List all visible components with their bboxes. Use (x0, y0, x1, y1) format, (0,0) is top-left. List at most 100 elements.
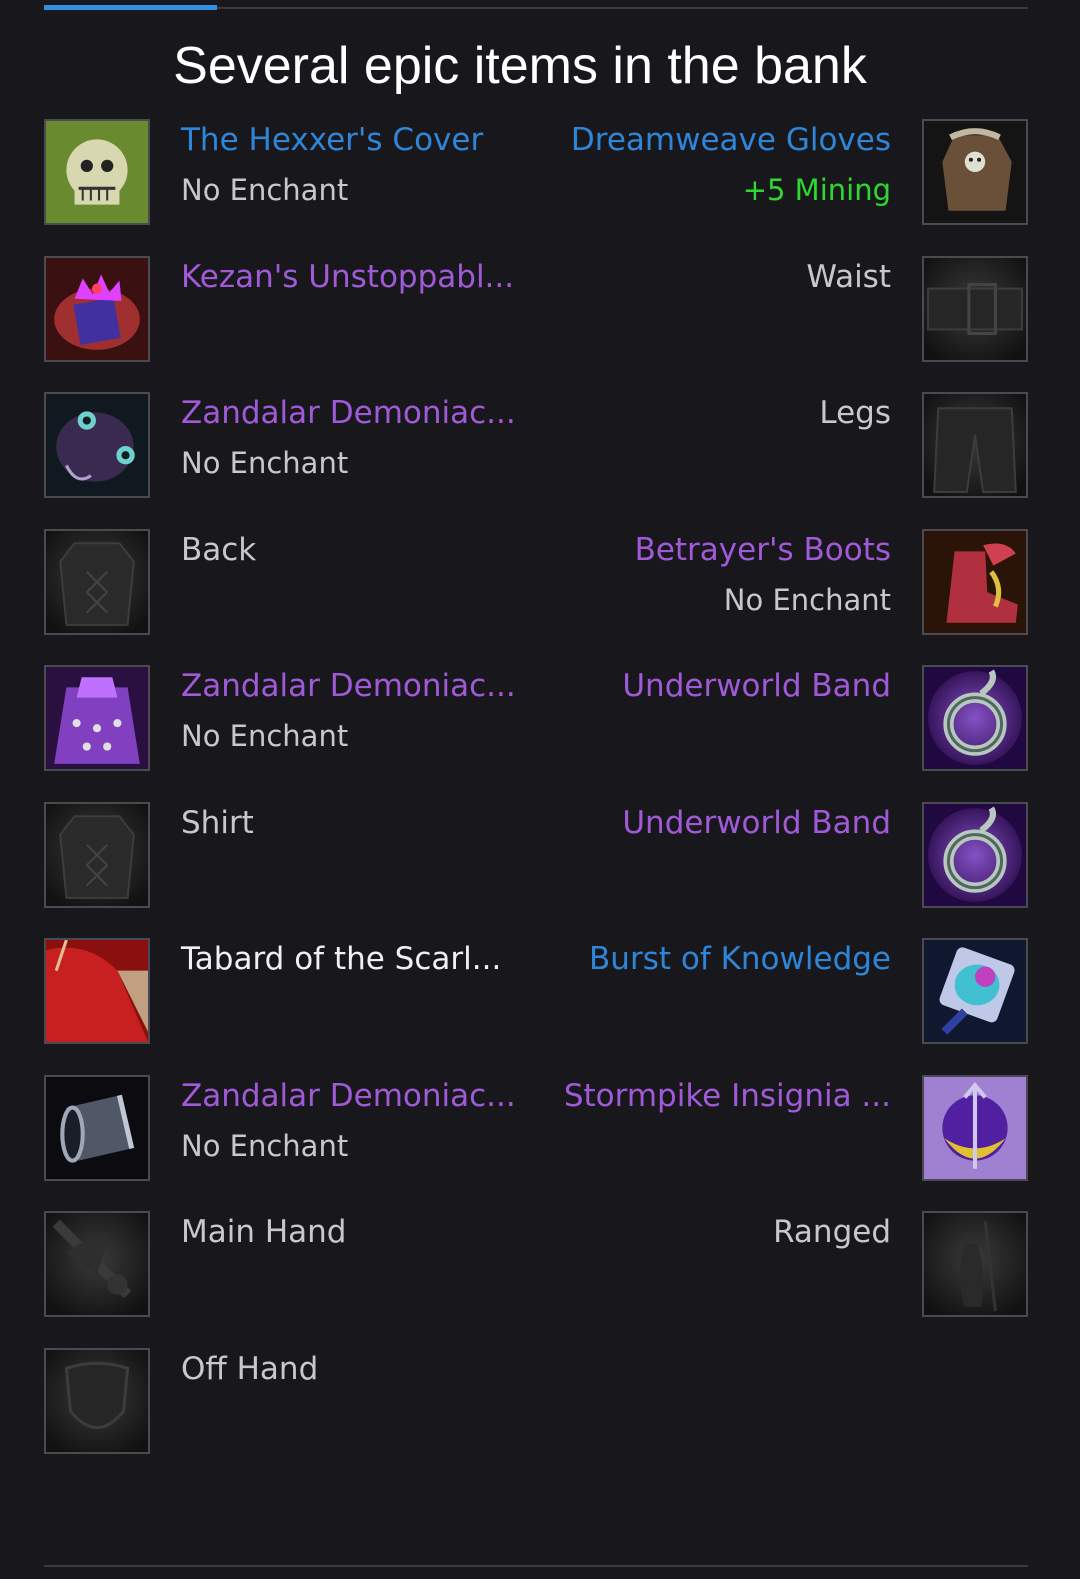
boots-icon (924, 530, 1026, 633)
equipment-slot-right[interactable]: Waist (556, 255, 1028, 366)
item-text: Stormpike Insignia ... (564, 1077, 891, 1115)
item-icon-frame[interactable] (922, 119, 1028, 225)
item-icon-frame[interactable] (922, 392, 1028, 498)
item-name-link[interactable]: Dreamweave Gloves (571, 121, 891, 159)
item-text: Betrayer's Boots No Enchant (635, 531, 891, 618)
empty-slot-label: Ranged (773, 1214, 891, 1250)
enchant-text: No Enchant (181, 719, 349, 753)
tab-underline (44, 5, 1028, 10)
equipment-slot-left[interactable]: Tabard of the Scarl... (44, 938, 524, 1048)
equipment-slot-left[interactable]: Back (44, 528, 524, 639)
equipment-slot-left[interactable]: The Hexxer's Cover No Enchant (44, 119, 524, 229)
item-name-link[interactable]: Kezan's Unstoppabl... (181, 258, 514, 296)
item-icon-frame[interactable] (922, 801, 1028, 908)
item-name-link[interactable]: Zandalar Demoniac... (181, 394, 516, 432)
bottom-divider (44, 1565, 1028, 1567)
equipment-row: Zandalar Demoniac... No Enchant Legs (0, 392, 1080, 502)
active-tab-indicator (44, 5, 217, 10)
equipment-slot-left[interactable]: Shirt (44, 801, 524, 912)
item-icon-frame[interactable] (44, 1211, 150, 1317)
item-text: Kezan's Unstoppabl... (181, 258, 514, 296)
item-text: Burst of Knowledge (589, 940, 891, 978)
item-name-link[interactable]: Underworld Band (622, 667, 891, 705)
equipment-row: Back Betrayer's Boots No Enchant (0, 528, 1080, 639)
item-name-link[interactable]: Zandalar Demoniac... (181, 1077, 516, 1115)
item-name-link[interactable]: Betrayer's Boots (635, 531, 891, 569)
item-text: The Hexxer's Cover No Enchant (181, 121, 483, 208)
item-icon-frame[interactable] (922, 1211, 1028, 1317)
item-text: Zandalar Demoniac... No Enchant (181, 667, 516, 754)
equipment-slot-left[interactable]: Zandalar Demoniac... No Enchant (44, 392, 524, 502)
page-title: Several epic items in the bank (173, 37, 867, 95)
item-text: Legs (819, 394, 891, 432)
empty-back-slot-icon (46, 530, 148, 633)
equipment-slot-right[interactable]: Legs (556, 392, 1028, 502)
equipment-slot-left[interactable]: Zandalar Demoniac... No Enchant (44, 665, 524, 775)
skull-helm-icon (46, 121, 148, 223)
item-text: Main Hand (181, 1213, 347, 1251)
item-icon-frame[interactable] (922, 528, 1028, 635)
item-text: Ranged (773, 1213, 891, 1251)
empty-slot-label: Legs (819, 395, 891, 431)
item-name-link[interactable]: Burst of Knowledge (589, 940, 891, 978)
item-icon-frame[interactable] (44, 1347, 150, 1454)
item-icon-frame[interactable] (44, 392, 150, 498)
equipment-row: The Hexxer's Cover No Enchant Dreamweave G… (0, 119, 1080, 229)
item-icon-frame[interactable] (44, 255, 150, 362)
item-icon-frame[interactable] (922, 665, 1028, 771)
item-name-link[interactable]: Zandalar Demoniac... (181, 667, 516, 705)
empty-waist-slot-icon (924, 257, 1026, 360)
item-text: Zandalar Demoniac... No Enchant (181, 394, 516, 481)
ring-icon (924, 803, 1026, 906)
item-text: Waist (806, 258, 891, 296)
equipment-slot-left[interactable]: Kezan's Unstoppabl... (44, 255, 524, 366)
empty-legs-slot-icon (924, 394, 1026, 496)
equipment-slot-right[interactable]: Ranged (556, 1211, 1028, 1321)
crown-necklace-icon (46, 257, 148, 360)
equipment-slot-left[interactable]: Zandalar Demoniac... No Enchant (44, 1074, 524, 1185)
item-icon-frame[interactable] (922, 1074, 1028, 1181)
insignia-trinket-icon (924, 1076, 1026, 1179)
item-icon-frame[interactable] (44, 665, 150, 771)
empty-slot-label: Back (181, 531, 257, 568)
equipment-slot-right[interactable]: Dreamweave Gloves +5 Mining (556, 119, 1028, 229)
equipment-row: Zandalar Demoniac... No Enchant Stormpike … (0, 1074, 1080, 1185)
equipment-row: Main Hand Ranged (0, 1211, 1080, 1321)
enchant-text: No Enchant (723, 582, 891, 617)
item-name-link[interactable]: Stormpike Insignia ... (564, 1077, 891, 1115)
item-text: Underworld Band (622, 804, 891, 842)
empty-slot-label: Main Hand (181, 1214, 347, 1250)
item-icon-frame[interactable] (44, 119, 150, 225)
bracer-icon (46, 1076, 148, 1179)
equipment-slot-left[interactable]: Off Hand (44, 1347, 524, 1458)
item-name-link[interactable]: The Hexxer's Cover (181, 121, 483, 159)
item-icon-frame[interactable] (44, 528, 150, 635)
item-icon-frame[interactable] (922, 938, 1028, 1044)
item-icon-frame[interactable] (44, 801, 150, 908)
equipment-slot-right[interactable]: Burst of Knowledge (556, 938, 1028, 1048)
enchant-text: +5 Mining (742, 173, 891, 207)
equipment-slot-right[interactable]: Underworld Band (556, 665, 1028, 775)
empty-main-hand-slot-icon (46, 1213, 148, 1315)
equipment-row: Zandalar Demoniac... No Enchant Underworld… (0, 665, 1080, 775)
enchant-text: No Enchant (181, 446, 349, 480)
spider-shoulder-icon (46, 394, 148, 496)
equipment-slot-right[interactable]: Stormpike Insignia ... (556, 1074, 1028, 1185)
equipment-slot-right[interactable]: Underworld Band (556, 801, 1028, 912)
empty-off-hand-slot-icon (46, 1349, 148, 1452)
equipment-row: Tabard of the Scarl... Burst of Knowledge (0, 938, 1080, 1048)
item-name-link[interactable]: Underworld Band (622, 804, 891, 842)
item-icon-frame[interactable] (44, 938, 150, 1044)
equipment-slot-right[interactable]: Betrayer's Boots No Enchant (556, 528, 1028, 639)
empty-ranged-slot-icon (924, 1213, 1026, 1315)
empty-slot-label: Shirt (181, 804, 254, 841)
equipment-slot-left[interactable]: Main Hand (44, 1211, 524, 1321)
item-name-link[interactable]: Tabard of the Scarl... (181, 940, 501, 978)
item-icon-frame[interactable] (922, 255, 1028, 362)
item-text: Underworld Band (622, 667, 891, 705)
empty-slot-label: Off Hand (181, 1350, 319, 1387)
enchant-text: No Enchant (181, 173, 349, 207)
ring-icon (924, 667, 1026, 769)
empty-slot-label: Waist (806, 258, 891, 295)
item-icon-frame[interactable] (44, 1074, 150, 1181)
